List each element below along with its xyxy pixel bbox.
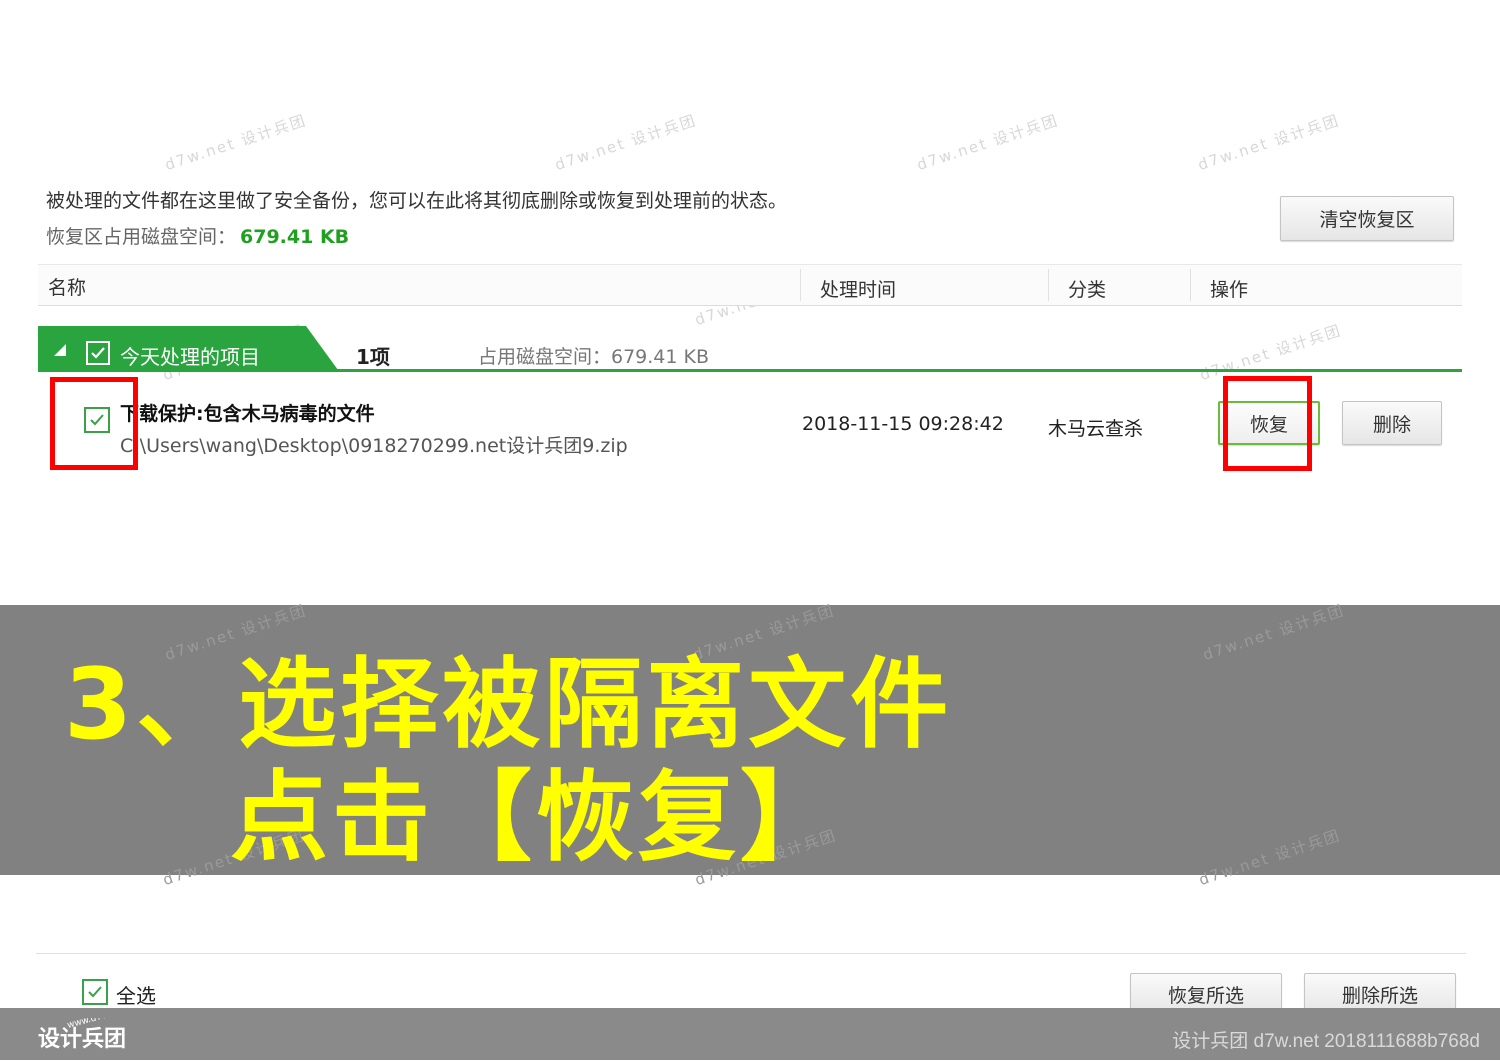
column-divider: [800, 269, 801, 301]
group-checkbox[interactable]: [86, 341, 110, 365]
highlight-restore-box: [1223, 376, 1312, 471]
group-count: 1项: [356, 345, 390, 369]
collapse-arrow-icon[interactable]: [54, 344, 66, 356]
column-divider: [1048, 269, 1049, 301]
disk-space-value: 679.41 KB: [240, 226, 350, 248]
column-header-name[interactable]: 名称: [48, 273, 86, 300]
logo-icon: 设计兵团 www.d7w.net: [38, 1006, 127, 1052]
item-title: 下载保护:包含木马病毒的文件: [120, 403, 375, 425]
site-logo: 设计兵团 www.d7w.net: [38, 1006, 138, 1058]
column-header-time[interactable]: 处理时间: [820, 275, 896, 302]
item-category: 木马云查杀: [1048, 418, 1144, 440]
select-all-checkbox[interactable]: [82, 979, 108, 1005]
watermark: d7w.net 设计兵团: [162, 111, 310, 175]
column-header-category[interactable]: 分类: [1068, 275, 1106, 302]
check-icon: [88, 986, 102, 998]
svg-text:设计兵团: 设计兵团: [38, 1027, 126, 1052]
disk-space-label: 恢复区占用磁盘空间：: [46, 226, 237, 248]
footer-credit: 设计兵团 d7w.net 2018111688b768d: [1172, 1031, 1480, 1052]
watermark: d7w.net 设计兵团: [914, 111, 1062, 175]
check-icon: [91, 347, 105, 359]
table-header: 名称 处理时间 分类 操作: [38, 264, 1462, 306]
highlight-checkbox-box: [50, 377, 138, 470]
delete-button[interactable]: 删除: [1342, 401, 1442, 445]
watermark: d7w.net 设计兵团: [552, 111, 700, 175]
select-all-label[interactable]: 全选: [116, 980, 156, 1009]
column-header-action[interactable]: 操作: [1210, 275, 1248, 302]
item-time: 2018-11-15 09:28:42: [802, 413, 1004, 435]
clear-restore-area-button[interactable]: 清空恢复区: [1280, 196, 1454, 241]
info-text: 被处理的文件都在这里做了安全备份，您可以在此将其彻底删除或恢复到处理前的状态。: [46, 190, 788, 212]
column-divider: [1190, 269, 1191, 301]
footer-divider: [36, 953, 1466, 954]
disk-space-info: 恢复区占用磁盘空间： 679.41 KB: [46, 222, 349, 249]
group-label: 今天处理的项目: [120, 345, 260, 369]
item-path: C:\Users\wang\Desktop\0918270299.net设计兵团…: [120, 435, 628, 457]
watermark: d7w.net 设计兵团: [1195, 111, 1343, 175]
group-disk-space: 占用磁盘空间：679.41 KB: [478, 346, 710, 368]
instruction-line-2: 点击【恢复】: [230, 761, 843, 875]
